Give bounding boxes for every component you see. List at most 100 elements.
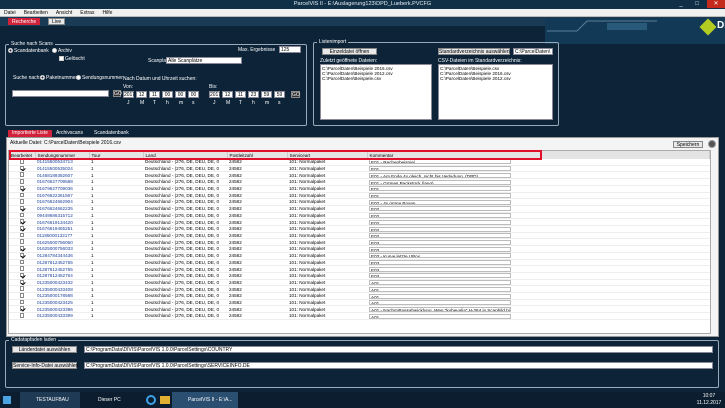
row-checkbox[interactable] <box>9 212 35 220</box>
cell-kommentar[interactable]: E01 - Grünes Packstück (lang) <box>367 178 710 186</box>
max-results-input[interactable]: 125 <box>279 46 301 53</box>
cell-kommentar[interactable]: A01 <box>367 292 710 300</box>
table-row[interactable]: 01676622361567 1 Deutschland - (276, DE, D… <box>9 192 710 200</box>
row-checkbox[interactable] <box>9 312 35 320</box>
row-checkbox[interactable] <box>9 238 35 247</box>
cell-kommentar[interactable]: E01 <box>367 192 710 200</box>
table-row[interactable]: 01625000756033 1 Deutschland - (276, DE, D… <box>9 245 710 253</box>
row-checkbox[interactable] <box>9 292 35 300</box>
chk-geloescht[interactable]: Gelöscht <box>59 56 85 62</box>
cell-kommentar[interactable]: A01 <box>367 285 710 294</box>
row-checkbox[interactable] <box>9 299 35 307</box>
search-input[interactable] <box>12 90 109 97</box>
row-checkbox[interactable] <box>9 185 35 193</box>
bis-minute[interactable]: 59 <box>261 91 272 98</box>
table-row[interactable]: 01235000433399 1 Deutschland - (276, DE, D… <box>9 312 710 320</box>
cell-kommentar[interactable]: A01 - Nachmittagsabwicklung, Weg "kubeva… <box>367 305 710 314</box>
table-row[interactable]: 01676624662235 1 Deutschland - (276, DE, D… <box>9 205 710 213</box>
table-row[interactable]: 01235000423396 1 Deutschland - (276, DE, D… <box>9 305 710 314</box>
row-checkbox[interactable] <box>9 245 35 253</box>
menu-hilfe[interactable]: Hilfe <box>98 9 116 17</box>
bis-jahr[interactable]: 2017 <box>209 91 221 98</box>
row-checkbox[interactable] <box>9 259 35 267</box>
row-checkbox[interactable] <box>9 252 35 260</box>
bis-monat[interactable]: 12 <box>222 91 233 98</box>
menu-extras[interactable]: Extras <box>76 9 98 17</box>
cell-kommentar[interactable]: E02 <box>367 205 710 213</box>
cell-kommentar[interactable]: A01 <box>367 299 710 307</box>
opt-sendungsnummer[interactable]: Sendungsnummer <box>76 75 123 81</box>
bis-tag[interactable]: 11 <box>235 91 246 98</box>
table-row[interactable]: 01287612452764 1 Deutschland - (276, DE, D… <box>9 272 710 280</box>
row-checkbox[interactable] <box>9 285 35 294</box>
select-country-file-button[interactable]: Länderdatei auswählen <box>12 346 77 353</box>
table-row[interactable]: 01676627709588 1 Deutschland - (276, DE, D… <box>9 178 710 186</box>
von-tag[interactable]: 11 <box>149 91 160 98</box>
row-checkbox[interactable] <box>9 198 35 206</box>
menu-ansicht[interactable]: Ansicht <box>52 9 76 17</box>
row-checkbox[interactable] <box>9 265 35 273</box>
taskbar-item-parcelvis[interactable]: ParcelVIS II - E:\A... <box>172 392 238 408</box>
std-file-item[interactable]: C:\ParcelDaten\Beispiele 2012.csv <box>440 76 551 81</box>
table-row[interactable]: 01625000756060 1 Deutschland - (276, DE, D… <box>9 238 710 247</box>
von-minute[interactable]: 00 <box>175 91 186 98</box>
std-dir-input[interactable]: C:\ParcelDaten\ <box>513 48 553 55</box>
row-checkbox[interactable] <box>9 279 35 287</box>
tab-scandatenbank[interactable]: Scandatenbank <box>90 130 133 137</box>
cell-kommentar[interactable]: E02 - 4x grüne Boxen <box>367 198 710 206</box>
start-icon[interactable] <box>3 396 11 404</box>
row-checkbox[interactable] <box>9 305 35 314</box>
row-checkbox[interactable] <box>9 225 35 233</box>
cell-kommentar[interactable]: E01 <box>367 185 710 193</box>
tab-importierte-liste[interactable]: Importierte Liste <box>8 130 52 137</box>
service-file-path[interactable]: C:\ProgramData\DIVIS\ParcelVIS 1.0.0\Par… <box>84 362 713 369</box>
cell-kommentar[interactable]: E01 - Am Ende 4x gleich, nicht bis Verla… <box>367 171 710 180</box>
table-row[interactable]: 01415500535024 1 Deutschland - (276, DE, D… <box>9 165 710 173</box>
cell-kommentar[interactable]: E03 <box>367 259 710 267</box>
von-stunde[interactable]: 00 <box>162 91 173 98</box>
row-checkbox[interactable] <box>9 165 35 173</box>
table-row[interactable]: 01287612452765 1 Deutschland - (276, DE, D… <box>9 259 710 267</box>
cell-kommentar[interactable]: E03 <box>367 238 710 247</box>
menu-datei[interactable]: Datei <box>0 9 20 17</box>
row-checkbox[interactable] <box>9 218 35 227</box>
refresh-icon[interactable] <box>708 140 716 148</box>
tab-archivscans[interactable]: Archivscans <box>52 130 87 137</box>
save-button[interactable]: Speichern <box>673 141 703 148</box>
tab-live[interactable]: Live <box>48 18 66 25</box>
opt-archiv[interactable]: Archiv <box>52 48 72 54</box>
opt-scandatenbank[interactable]: Scandatenbank <box>8 48 49 54</box>
bis-stunde[interactable]: 23 <box>248 91 259 98</box>
bis-sekunde[interactable]: 59 <box>274 91 285 98</box>
cell-kommentar[interactable]: E02 <box>367 232 710 240</box>
cell-kommentar[interactable]: E01 <box>367 165 710 173</box>
table-row[interactable]: 01676619134420 1 Deutschland - (276, DE, D… <box>9 218 710 227</box>
select-service-file-button[interactable]: Service-Info-Datei auswählen <box>12 362 78 369</box>
row-checkbox[interactable] <box>9 192 35 200</box>
cell-kommentar[interactable]: E03 <box>367 265 710 273</box>
row-checkbox[interactable] <box>9 205 35 213</box>
von-sekunde[interactable]: 00 <box>188 91 199 98</box>
ie-icon[interactable] <box>146 395 156 405</box>
date-go-button[interactable]: GO <box>291 91 300 98</box>
row-checkbox[interactable] <box>9 171 35 180</box>
minimize-button[interactable]: _ <box>673 0 689 8</box>
taskbar-item-dieser-pc[interactable]: Dieser PC <box>82 392 142 408</box>
cell-kommentar[interactable]: E02 <box>367 218 710 227</box>
table-row[interactable]: 01287612452755 1 Deutschland - (276, DE, D… <box>9 265 710 273</box>
table-row[interactable]: 01235000433408 1 Deutschland - (276, DE, D… <box>9 285 710 294</box>
table-row[interactable]: 01235000423432 1 Deutschland - (276, DE, D… <box>9 279 710 287</box>
table-row[interactable]: 01235000178588 1 Deutschland - (276, DE, D… <box>9 292 710 300</box>
scanplatz-select[interactable]: Alle Scanplätze <box>166 57 242 64</box>
cell-kommentar[interactable]: A01 <box>367 312 710 320</box>
row-checkbox[interactable] <box>9 232 35 240</box>
table-row[interactable]: 01185000132177 1 Deutschland - (276, DE, D… <box>9 232 710 240</box>
table-row[interactable]: 01235000423425 1 Deutschland - (276, DE, D… <box>9 299 710 307</box>
row-checkbox[interactable] <box>9 272 35 280</box>
von-monat[interactable]: 12 <box>136 91 147 98</box>
opt-paketnummer[interactable]: Paketnummer <box>40 75 77 81</box>
cell-kommentar[interactable]: A01 <box>367 279 710 287</box>
table-row[interactable]: 01284784344436 1 Deutschland - (276, DE, D… <box>9 252 710 260</box>
close-button[interactable]: ✕ <box>707 0 725 8</box>
tab-recherche[interactable]: Recherche <box>8 18 41 25</box>
